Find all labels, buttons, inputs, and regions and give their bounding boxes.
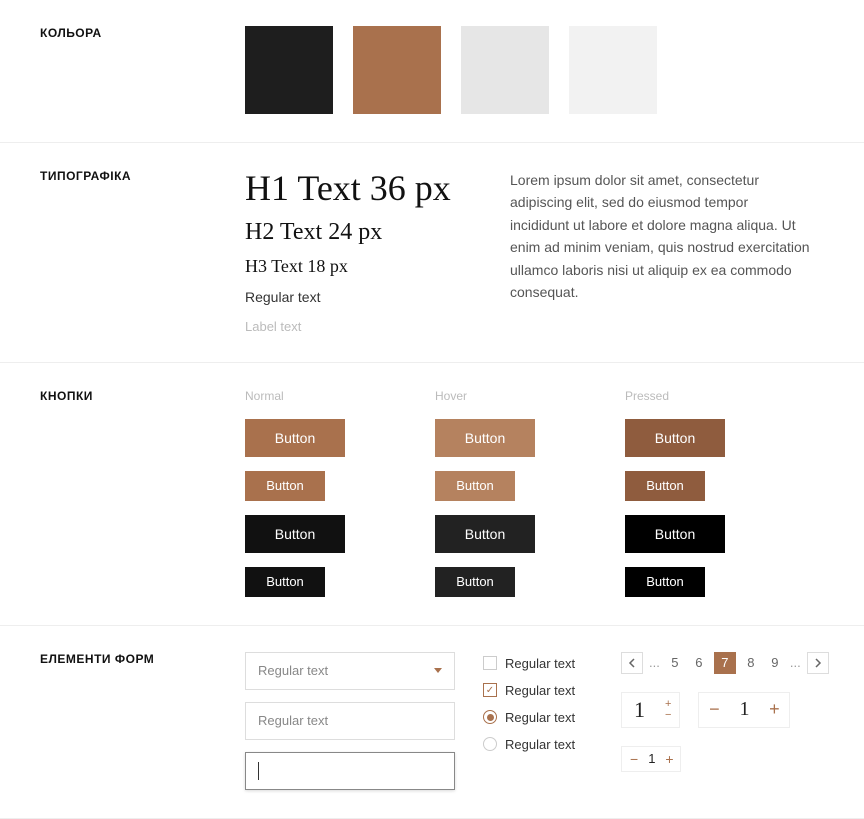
colors-content [245,26,864,114]
ellipsis-right: ... [790,655,801,670]
button-black-large-hover[interactable]: Button [435,515,535,553]
button-black-small-pressed[interactable]: Button [625,567,705,597]
page-9[interactable]: 9 [766,655,784,670]
button-col-hover: Hover Button Button Button Button [435,389,535,597]
select-input[interactable]: Regular text [245,652,455,690]
state-label-hover: Hover [435,389,535,403]
checkbox-unchecked-row[interactable]: Regular text [483,656,593,671]
button-brown-small[interactable]: Button [245,471,325,501]
select-value: Regular text [258,663,328,678]
button-black-small-hover[interactable]: Button [435,567,515,597]
plus-button[interactable]: + [665,751,673,767]
label-sample: Label text [245,319,480,334]
button-col-pressed: Pressed Button Button Button Button [625,389,725,597]
page-prev-button[interactable] [621,652,643,674]
checkbox-checked-row[interactable]: Regular text [483,683,593,698]
button-brown-large-pressed[interactable]: Button [625,419,725,457]
stepper-value: 1 [729,698,759,721]
section-colors: КОЛЬОРА [0,0,864,143]
radio-unchecked-row[interactable]: Regular text [483,737,593,752]
button-brown-small-pressed[interactable]: Button [625,471,705,501]
button-black-small[interactable]: Button [245,567,325,597]
state-label-normal: Normal [245,389,345,403]
ellipsis-left: ... [649,655,660,670]
paragraph-sample: Lorem ipsum dolor sit amet, consectetur … [510,169,810,334]
typography-content: H1 Text 36 px H2 Text 24 px H3 Text 18 p… [245,169,864,334]
page-next-button[interactable] [807,652,829,674]
section-buttons: КНОПКИ Normal Button Button Button Butto… [0,363,864,626]
checkbox-icon[interactable] [483,656,497,670]
text-cursor-icon [258,762,259,780]
minus-icon[interactable]: − [665,710,671,721]
check-label: Regular text [505,683,575,698]
radio-checked-icon[interactable] [483,710,497,724]
h3-sample: H3 Text 18 px [245,256,480,277]
stepper-horizontal[interactable]: − 1 + [698,692,790,728]
chevron-down-icon [434,668,442,673]
check-label: Regular text [505,737,575,752]
section-label: КНОПКИ [0,389,245,597]
stepper-value: 1 [648,751,655,766]
button-brown-large[interactable]: Button [245,419,345,457]
forms-content: Regular text Regular text Regular text [245,652,864,790]
h2-sample: H2 Text 24 px [245,219,480,246]
swatch-3 [461,26,549,114]
colors-title: КОЛЬОРА [40,26,245,40]
button-col-normal: Normal Button Button Button Button [245,389,345,597]
button-brown-small-hover[interactable]: Button [435,471,515,501]
buttons-content: Normal Button Button Button Button Hover… [245,389,864,597]
chevron-right-icon [814,658,822,668]
swatch-2 [353,26,441,114]
buttons-title: КНОПКИ [40,389,245,403]
input-value: Regular text [258,713,328,728]
page-5[interactable]: 5 [666,655,684,670]
text-input-focused[interactable] [245,752,455,790]
stepper-value: 1 [622,697,657,723]
check-label: Regular text [505,656,575,671]
checks-column: Regular text Regular text Regular text R… [483,652,593,752]
pagination: ... 5 6 7 8 9 ... [621,652,829,674]
swatch-1 [245,26,333,114]
button-black-large-pressed[interactable]: Button [625,515,725,553]
right-column: ... 5 6 7 8 9 ... 1 + [621,652,829,772]
text-input[interactable]: Regular text [245,702,455,740]
regular-sample: Regular text [245,289,480,305]
stepper-vertical[interactable]: 1 + − [621,692,680,728]
swatches-row [245,26,844,114]
stepper-compact[interactable]: − 1 + [621,746,681,772]
section-label: ЕЛЕМЕНТИ ФОРМ [0,652,245,790]
inputs-column: Regular text Regular text [245,652,455,790]
steppers-row: 1 + − − 1 + [621,692,829,728]
radio-checked-row[interactable]: Regular text [483,710,593,725]
typography-title: ТИПОГРАФІКА [40,169,245,183]
page-active[interactable]: 7 [714,652,736,674]
page-8[interactable]: 8 [742,655,760,670]
minus-button[interactable]: − [699,699,729,720]
section-forms: ЕЛЕМЕНТИ ФОРМ Regular text Regular text [0,626,864,819]
minus-button[interactable]: − [630,751,638,767]
page-6[interactable]: 6 [690,655,708,670]
section-typography: ТИПОГРАФІКА H1 Text 36 px H2 Text 24 px … [0,143,864,363]
button-brown-large-hover[interactable]: Button [435,419,535,457]
button-black-large[interactable]: Button [245,515,345,553]
state-label-pressed: Pressed [625,389,725,403]
section-label: КОЛЬОРА [0,26,245,114]
check-label: Regular text [505,710,575,725]
swatch-4 [569,26,657,114]
checkbox-checked-icon[interactable] [483,683,497,697]
plus-button[interactable]: + [759,699,789,720]
section-label: ТИПОГРАФІКА [0,169,245,334]
radio-icon[interactable] [483,737,497,751]
chevron-left-icon [628,658,636,668]
h1-sample: H1 Text 36 px [245,169,480,209]
plus-icon[interactable]: + [665,699,671,710]
forms-title: ЕЛЕМЕНТИ ФОРМ [40,652,245,666]
